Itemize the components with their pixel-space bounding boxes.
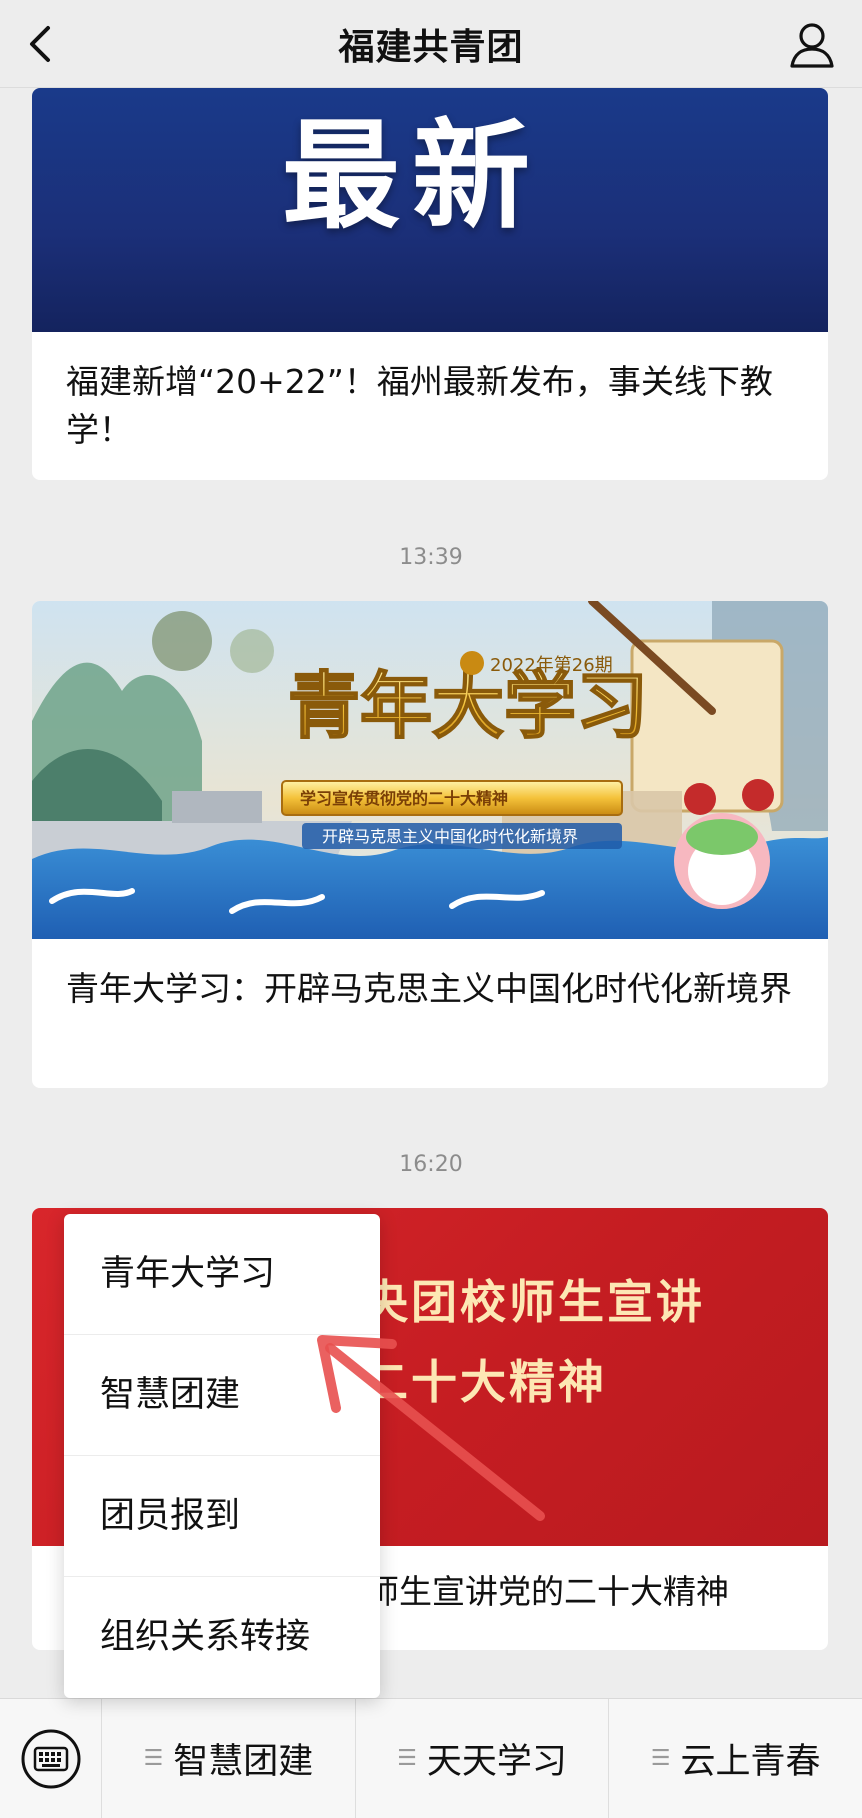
menu-lines-icon: ☰ xyxy=(143,1746,164,1771)
menu-button-label: 天天学习 xyxy=(426,1742,567,1782)
bottom-menu-bar: ☰ 智慧团建 ☰ 天天学习 ☰ 云上青春 xyxy=(0,1698,862,1818)
banner-headline: 最新 xyxy=(282,107,543,245)
banner-line-1: 央团校师生宣讲 xyxy=(362,1275,705,1329)
menu-button-smart-league[interactable]: ☰ 智慧团建 xyxy=(102,1698,356,1818)
menu-lines-icon: ☰ xyxy=(397,1746,417,1771)
submenu-item-smart-league[interactable]: 智慧团建 xyxy=(64,1335,380,1456)
article-banner: 青年大学习 2022年第26期 学习宣传贯彻党的二十大精神 开辟马克思主义中国化… xyxy=(32,601,828,939)
keyboard-toggle-button[interactable] xyxy=(0,1698,102,1818)
banner-tagline: 开辟马克思主义中国化时代化新境界 xyxy=(322,827,578,846)
top-nav-bar: 福建共青团 xyxy=(0,0,862,88)
user-icon xyxy=(790,23,834,68)
article-title: 福建新增“20+22”！福州最新发布，事关线下教学！ xyxy=(66,362,773,449)
menu-lines-icon: ☰ xyxy=(650,1746,671,1771)
timestamp: 16:20 xyxy=(399,1152,463,1177)
article-banner: 最新 xyxy=(32,88,828,332)
submenu-popup: 青年大学习 智慧团建 团员报到 组织关系转接 xyxy=(64,1214,380,1698)
timestamp: 13:39 xyxy=(399,545,463,570)
submenu-item-youth-study[interactable]: 青年大学习 xyxy=(64,1214,380,1335)
page-title: 福建共青团 xyxy=(338,27,524,68)
article-card[interactable]: 青年大学习 2022年第26期 学习宣传贯彻党的二十大精神 开辟马克思主义中国化… xyxy=(32,601,828,1088)
banner-subtitle: 学习宣传贯彻党的二十大精神 xyxy=(300,789,508,808)
keyboard-icon xyxy=(21,1729,80,1788)
banner-headline: 青年大学习 xyxy=(288,664,648,748)
menu-button-cloud-youth[interactable]: ☰ 云上青春 xyxy=(609,1699,862,1818)
article-title: 青年大学习：开辟马克思主义中国化时代化新境界 xyxy=(66,969,792,1008)
banner-line-2: 二十大精神 xyxy=(362,1355,607,1409)
banner-issue: 2022年第26期 xyxy=(490,655,613,676)
menu-button-label: 云上青春 xyxy=(680,1742,821,1782)
profile-button[interactable] xyxy=(782,12,842,76)
menu-button-label: 智慧团建 xyxy=(173,1742,314,1782)
submenu-item-relation-transfer[interactable]: 组织关系转接 xyxy=(64,1577,380,1698)
youth-study-illustration: 青年大学习 2022年第26期 学习宣传贯彻党的二十大精神 开辟马克思主义中国化… xyxy=(32,601,828,939)
menu-button-daily-study[interactable]: ☰ 天天学习 xyxy=(356,1698,610,1818)
article-card[interactable]: 最新 福建新增“20+22”！福州最新发布，事关线下教学！ xyxy=(32,88,828,480)
submenu-item-member-registration[interactable]: 团员报到 xyxy=(64,1456,380,1577)
